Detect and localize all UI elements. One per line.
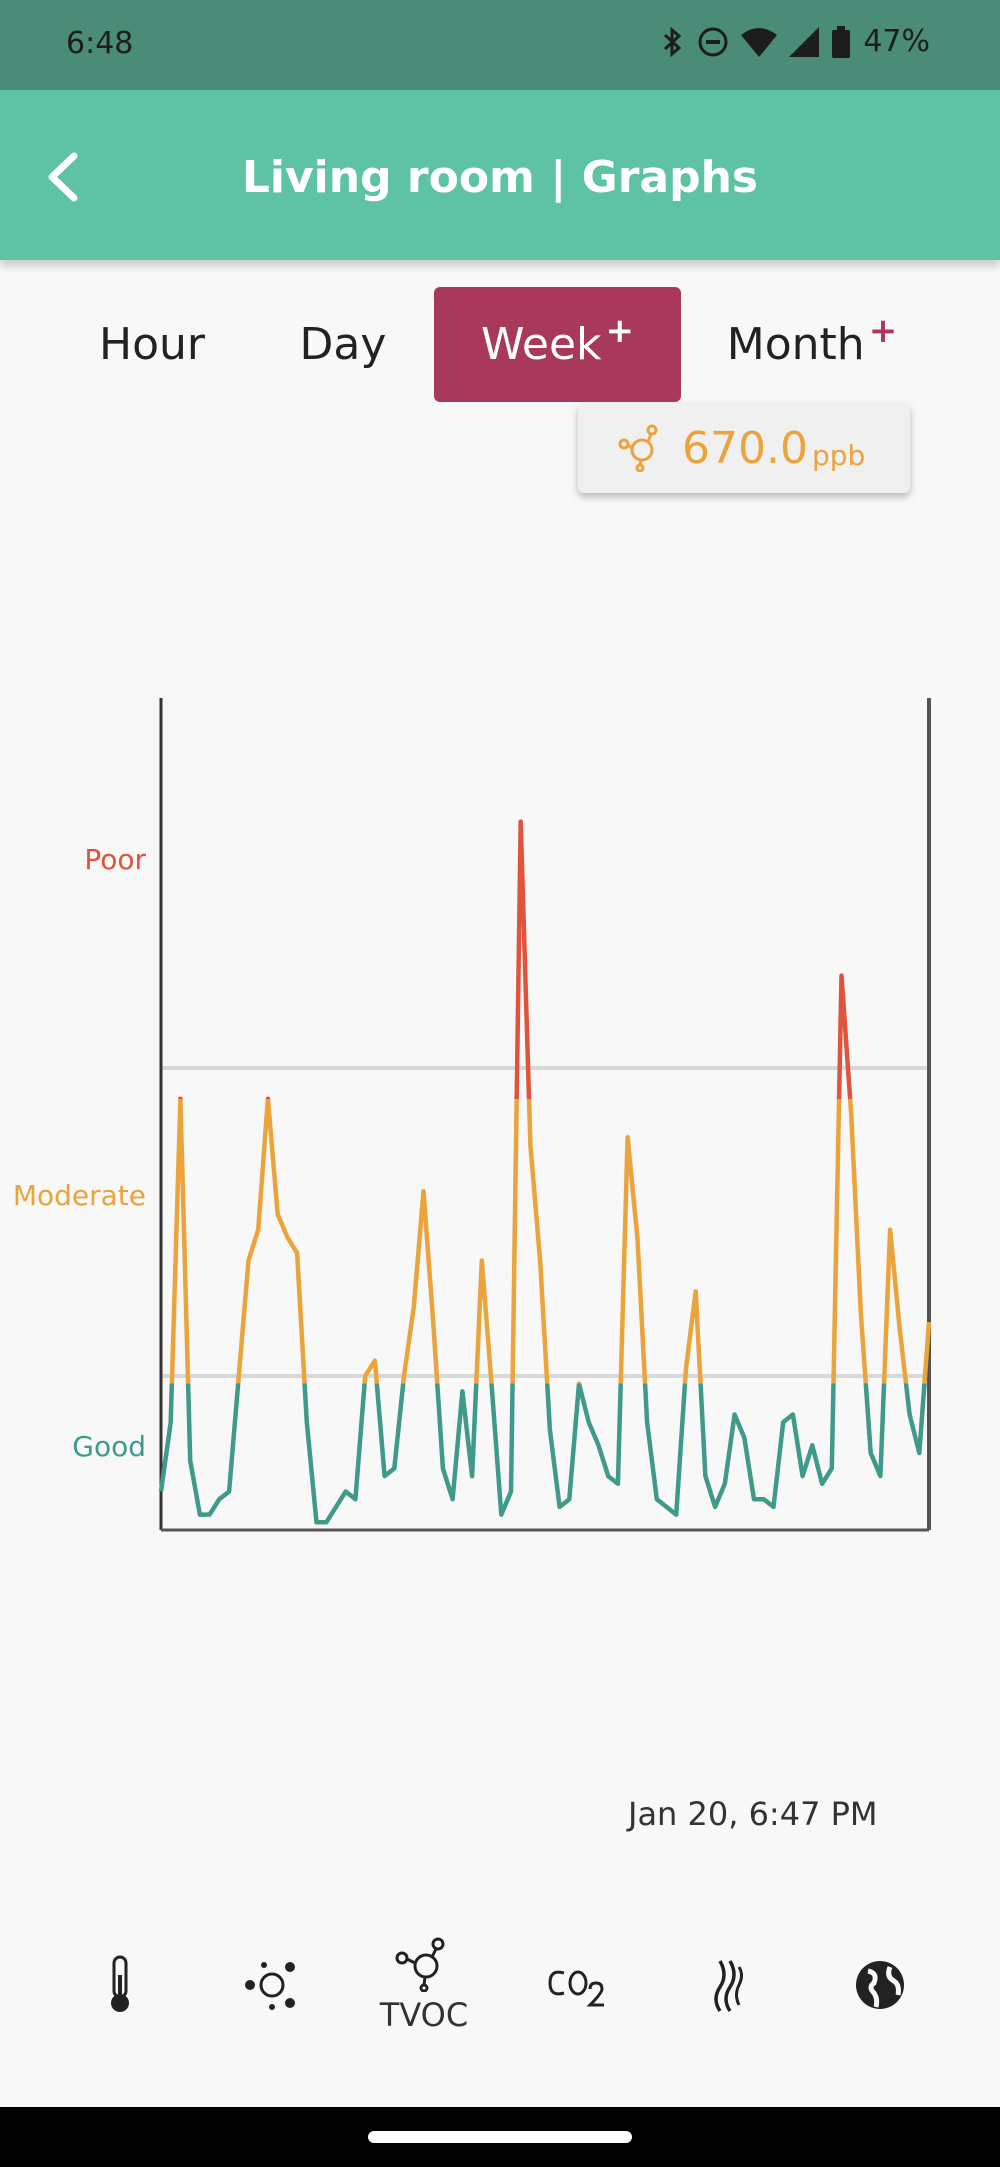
tooltip-unit: ppb [811, 438, 866, 472]
signal-icon [789, 26, 820, 57]
app-bar: Living room | Graphs [0, 90, 1000, 260]
nav-tvoc-label: TVOC [379, 1996, 469, 2034]
smoke-icon [714, 1960, 743, 2012]
battery-percent: 47% [863, 24, 930, 59]
bluetooth-icon [664, 26, 682, 57]
bottom-nav: TVOC [0, 1915, 1000, 2055]
last-updated-timestamp: Jan 20, 6:47 PM [628, 1795, 878, 1833]
tvoc-chart: Poor Moderate Good [0, 680, 1000, 1560]
premium-plus-mark: + [605, 310, 635, 351]
tvoc-icon [395, 1937, 445, 1992]
particles-icon [245, 1962, 295, 2010]
value-tooltip: 670.0 ppb [578, 403, 910, 493]
tab-hour-label: Hour [99, 319, 205, 370]
nav-temperature[interactable] [50, 1915, 190, 2055]
tab-month[interactable]: Month + [712, 287, 912, 402]
tab-month-label: Month [726, 319, 865, 370]
tab-week[interactable]: Week + [434, 287, 681, 402]
nav-co2[interactable] [506, 1915, 646, 2055]
page-title: Living room | Graphs [241, 152, 759, 203]
status-bar: 6:48 47% [0, 0, 1000, 90]
nav-smoke[interactable] [658, 1915, 798, 2055]
wifi-icon [741, 27, 778, 57]
tooltip-value: 670.0 [682, 422, 808, 474]
tab-day[interactable]: Day [268, 287, 418, 402]
tab-week-label: Week [480, 319, 602, 370]
nav-particles[interactable] [202, 1915, 342, 2055]
time-range-tabs: Hour Day Week + Month + [0, 287, 1000, 402]
nav-outdoor[interactable] [810, 1915, 950, 2055]
thermometer-icon [111, 1955, 129, 2012]
home-gesture-handle[interactable] [368, 2131, 632, 2143]
do-not-disturb-icon [698, 27, 728, 56]
globe-icon [856, 1961, 904, 2009]
premium-plus-mark: + [868, 310, 898, 351]
chart-plot [158, 698, 932, 1532]
tab-hour[interactable]: Hour [72, 287, 232, 402]
battery-icon [832, 25, 851, 58]
tvoc-icon [618, 424, 658, 472]
tab-day-label: Day [299, 319, 387, 370]
status-icons: 47% [661, 24, 930, 59]
co2-icon [548, 1970, 604, 2007]
status-time: 6:48 [66, 26, 134, 61]
tvoc-series-line [158, 819, 932, 1525]
nav-tvoc[interactable]: TVOC [354, 1915, 494, 2055]
